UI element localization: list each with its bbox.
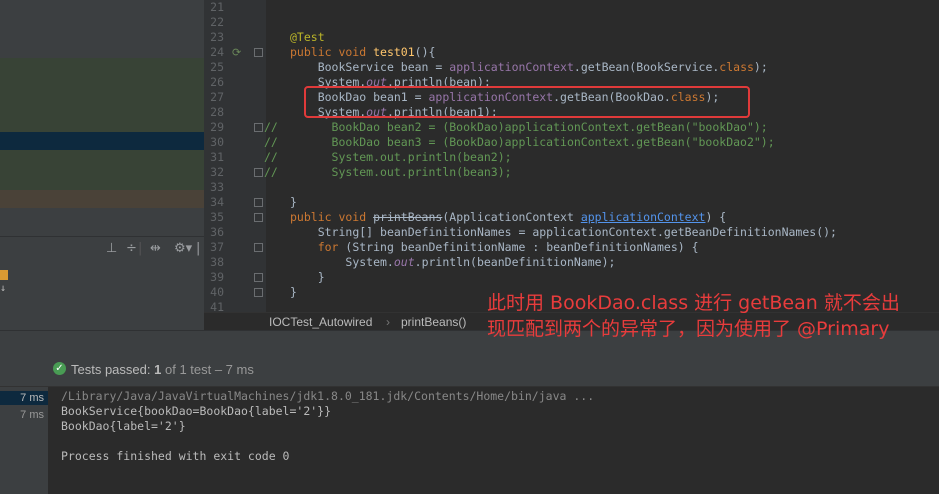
- code-text: @Test: [290, 30, 325, 44]
- code-line[interactable]: 30// BookDao bean3 = (BookDao)applicatio…: [204, 135, 939, 150]
- project-panel: [0, 0, 204, 330]
- test-status: Tests passed: 1 of 1 test – 7 ms: [71, 362, 254, 377]
- line-number: 34: [210, 195, 224, 209]
- hide-icon[interactable]: |: [196, 241, 200, 256]
- down-arrow-icon[interactable]: ↓: [0, 283, 6, 294]
- fold-icon[interactable]: [254, 198, 263, 207]
- code-line[interactable]: 35 public void printBeans(ApplicationCont…: [204, 210, 939, 225]
- breadcrumb-method[interactable]: printBeans(): [401, 315, 466, 329]
- line-number: 38: [210, 255, 224, 269]
- line-number: 32: [210, 165, 224, 179]
- test-time: 7 ms: [20, 392, 44, 404]
- line-number: 33: [210, 180, 224, 194]
- code-line[interactable]: 36 String[] beanDefinitionNames = applic…: [204, 225, 939, 240]
- annotation-note: 此时用 BookDao.class 进行 getBean 就不会出现匹配到两个的…: [487, 292, 900, 340]
- code-text: System.out.println(bean3);: [331, 165, 512, 179]
- code-line[interactable]: 39 }: [204, 270, 939, 285]
- expand-icon[interactable]: ⇹: [150, 241, 161, 256]
- breadcrumb-class[interactable]: IOCTest_Autowired: [269, 315, 372, 329]
- code-text: public void printBeans(ApplicationContex…: [290, 210, 727, 224]
- code-text: }: [317, 270, 325, 284]
- align-icon[interactable]: ⊥: [106, 241, 117, 256]
- line-number: 39: [210, 270, 224, 284]
- line-number: 21: [210, 0, 224, 14]
- code-line[interactable]: 22: [204, 15, 939, 30]
- code-line[interactable]: 21: [204, 0, 939, 15]
- build-icon: [0, 270, 8, 280]
- line-number: 29: [210, 120, 224, 134]
- line-number: 30: [210, 135, 224, 149]
- highlight-box: [304, 86, 750, 118]
- code-lines[interactable]: 21 22 23 @Test 24 ⟳ public void test01(){25 Bo…: [204, 0, 939, 314]
- line-number: 40: [210, 285, 224, 299]
- line-number: 28: [210, 105, 224, 119]
- fold-icon[interactable]: [254, 273, 263, 282]
- code-text: System.out.println(bean2);: [331, 150, 512, 164]
- line-number: 35: [210, 210, 224, 224]
- code-text: BookDao bean2 = (BookDao)applicationCont…: [331, 120, 768, 134]
- fold-icon[interactable]: [254, 213, 263, 222]
- code-line[interactable]: 37 for (String beanDefinitionName : bean…: [204, 240, 939, 255]
- code-text: }: [290, 285, 297, 299]
- test-time: 7 ms: [20, 409, 44, 421]
- line-number: 24: [210, 45, 224, 59]
- code-text: System.out.println(beanDefinitionName);: [345, 255, 616, 269]
- line-number: 37: [210, 240, 224, 254]
- line-number: 26: [210, 75, 224, 89]
- code-line[interactable]: 24 ⟳ public void test01(){: [204, 45, 939, 60]
- code-text: }: [290, 195, 297, 209]
- console-line: BookDao{label='2'}: [61, 419, 186, 433]
- code-line[interactable]: 38 System.out.println(beanDefinitionName…: [204, 255, 939, 270]
- console-line: Process finished with exit code 0: [61, 449, 290, 463]
- code-text: public void test01(){: [290, 45, 436, 59]
- gear-icon[interactable]: ⚙▾: [174, 241, 192, 256]
- line-number: 27: [210, 90, 224, 104]
- code-line[interactable]: 31// System.out.println(bean2);: [204, 150, 939, 165]
- sort-icon[interactable]: ÷: [126, 241, 137, 256]
- run-test-icon[interactable]: ⟳: [232, 45, 241, 60]
- code-line[interactable]: 34}: [204, 195, 939, 210]
- test-tree: 7 ms 7 ms: [0, 387, 48, 494]
- code-text: BookService bean = applicationContext.ge…: [317, 60, 768, 74]
- fold-icon[interactable]: [254, 123, 263, 132]
- console-line: BookService{bookDao=BookDao{label='2'}}: [61, 404, 332, 418]
- check-icon: ✓: [53, 362, 66, 375]
- fold-icon[interactable]: [254, 168, 263, 177]
- console-line: /Library/Java/JavaVirtualMachines/jdk1.8…: [61, 389, 595, 403]
- line-number: 22: [210, 15, 224, 29]
- line-number: 36: [210, 225, 224, 239]
- line-number: 31: [210, 150, 224, 164]
- fold-icon[interactable]: [254, 243, 263, 252]
- code-text: for (String beanDefinitionName : beanDef…: [317, 240, 699, 254]
- code-text: BookDao bean3 = (BookDao)applicationCont…: [331, 135, 775, 149]
- fold-icon[interactable]: [254, 288, 263, 297]
- code-line[interactable]: 29// BookDao bean2 = (BookDao)applicatio…: [204, 120, 939, 135]
- line-number: 23: [210, 30, 224, 44]
- fold-icon[interactable]: [254, 48, 263, 57]
- line-number: 25: [210, 60, 224, 74]
- code-line[interactable]: 33: [204, 180, 939, 195]
- code-line[interactable]: 32// System.out.println(bean3);: [204, 165, 939, 180]
- code-line[interactable]: 23 @Test: [204, 30, 939, 45]
- code-text: String[] beanDefinitionNames = applicati…: [317, 225, 837, 239]
- code-line[interactable]: 25 BookService bean = applicationContext…: [204, 60, 939, 75]
- project-toolbar: ⊥ ÷ | ⇹ ⚙▾ |: [0, 236, 204, 265]
